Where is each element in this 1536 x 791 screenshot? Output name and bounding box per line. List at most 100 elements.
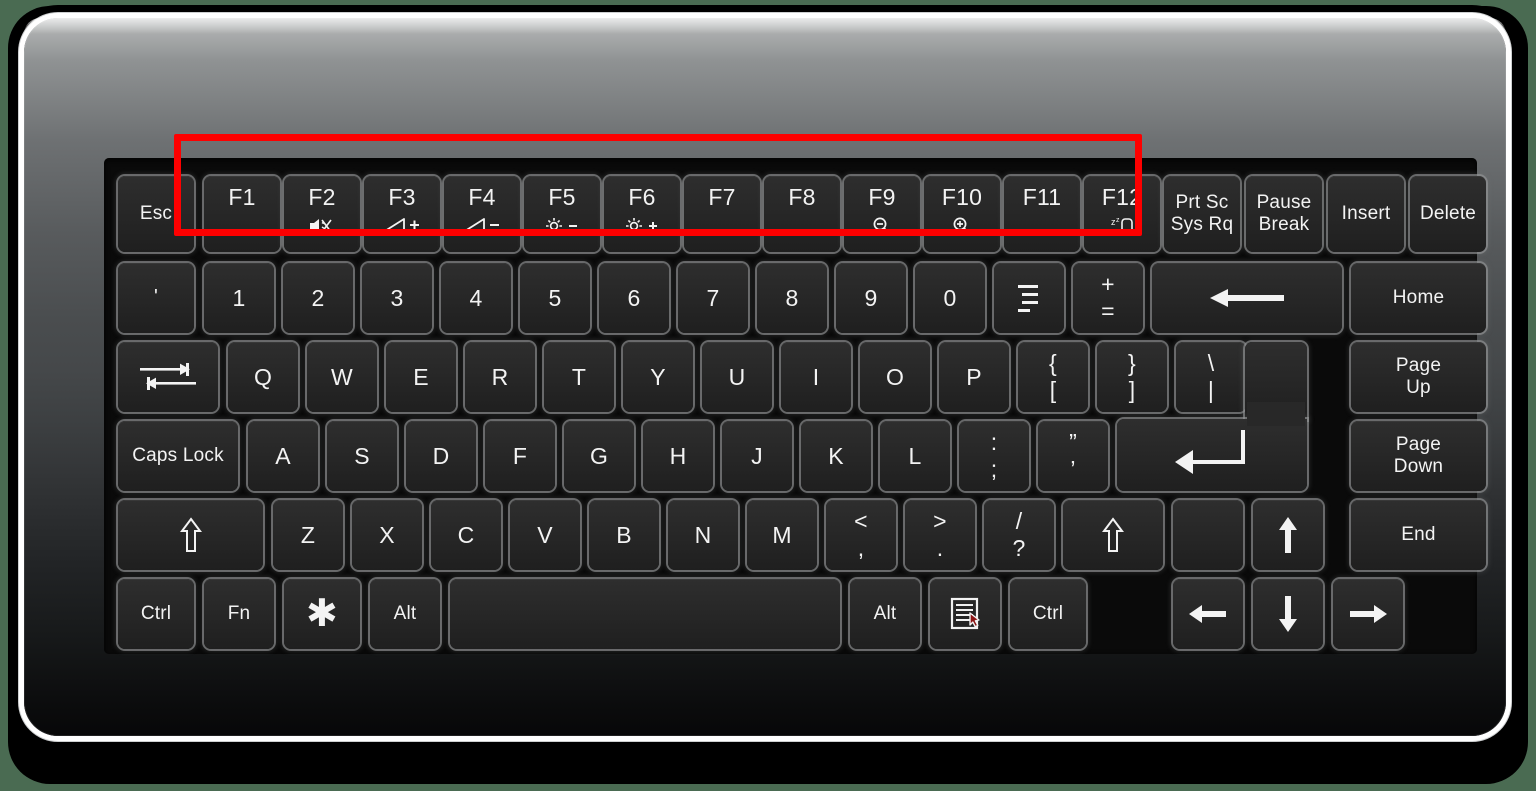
key-minus-underscore[interactable] [994,263,1064,333]
key-letter-p[interactable]: P [939,342,1009,412]
key-slash-question[interactable]: / ? [984,500,1054,570]
key-label-k: K [828,442,844,469]
key-label-f4: F4 [468,184,496,210]
key-blank[interactable] [1173,500,1243,570]
key-letter-m[interactable]: M [747,500,817,570]
key-tab[interactable] [118,342,218,412]
key-f5[interactable]: F5 [524,176,600,252]
brightness-down-icon [541,215,583,237]
volume-down-icon [462,215,502,237]
key-letter-i[interactable]: I [781,342,851,412]
key-label-o: O [885,363,905,390]
key-letter-y[interactable]: Y [623,342,693,412]
key-menu[interactable] [930,579,1000,649]
key-print-screen[interactable]: Prt Sc Sys Rq [1164,176,1240,252]
key-apostrophe-grave[interactable]: ' [118,263,194,333]
key-semicolon-colon[interactable]: : ; [959,421,1029,491]
key-letter-c[interactable]: C [431,500,501,570]
key-letter-h[interactable]: H [643,421,713,491]
key-home[interactable]: Home [1351,263,1486,333]
key-letter-b[interactable]: B [589,500,659,570]
key-caps-lock[interactable]: Caps Lock [118,421,238,491]
key-f10[interactable]: F10 [924,176,1000,252]
key-digit-5[interactable]: 5 [520,263,590,333]
key-letter-o[interactable]: O [860,342,930,412]
question-mark-glyph: ? [1012,535,1026,561]
key-label-f5: F5 [548,184,576,210]
key-quote-apostrophe[interactable]: ” ’ [1038,421,1108,491]
key-f4[interactable]: F4 [444,176,520,252]
key-esc[interactable]: Esc [118,176,194,252]
key-shift-left[interactable] [118,500,263,570]
key-f2[interactable]: F2 [284,176,360,252]
key-f6[interactable]: F6 [604,176,680,252]
key-label-i: I [812,363,820,390]
key-f8[interactable]: F8 [764,176,840,252]
key-letter-s[interactable]: S [327,421,397,491]
key-arrow-left[interactable] [1173,579,1243,649]
key-insert[interactable]: Insert [1328,176,1404,252]
zoom-in-icon [950,215,974,237]
key-digit-7[interactable]: 7 [678,263,748,333]
key-backspace[interactable] [1152,263,1342,333]
key-enter[interactable] [1117,342,1307,491]
key-alt-left[interactable]: Alt [370,579,440,649]
key-letter-f[interactable]: F [485,421,555,491]
key-alt-right[interactable]: Alt [850,579,920,649]
key-f1[interactable]: F1 [204,176,280,252]
key-label-comma: < , [854,510,868,560]
key-letter-t[interactable]: T [544,342,614,412]
key-digit-8[interactable]: 8 [757,263,827,333]
key-digit-3[interactable]: 3 [362,263,432,333]
key-label-f8: F8 [788,184,816,210]
key-digit-6[interactable]: 6 [599,263,669,333]
key-digit-0[interactable]: 0 [915,263,985,333]
key-letter-g[interactable]: G [564,421,634,491]
key-letter-a[interactable]: A [248,421,318,491]
key-letter-l[interactable]: L [880,421,950,491]
key-digit-1[interactable]: 1 [204,263,274,333]
key-f3[interactable]: F3 [364,176,440,252]
key-pause-break[interactable]: Pause Break [1246,176,1322,252]
key-arrow-up[interactable] [1253,500,1323,570]
key-equals-plus[interactable]: + = [1073,263,1143,333]
key-digit-4[interactable]: 4 [441,263,511,333]
key-period-greater-than[interactable]: > . [905,500,975,570]
key-star[interactable]: ✱ [284,579,360,649]
key-letter-d[interactable]: D [406,421,476,491]
key-ctrl-left[interactable]: Ctrl [118,579,194,649]
key-digit-2[interactable]: 2 [283,263,353,333]
key-label-q: Q [253,363,273,390]
key-f9[interactable]: F9 [844,176,920,252]
key-letter-n[interactable]: N [668,500,738,570]
key-space[interactable] [450,579,840,649]
key-delete[interactable]: Delete [1410,176,1486,252]
key-ctrl-right[interactable]: Ctrl [1010,579,1086,649]
key-letter-w[interactable]: W [307,342,377,412]
key-arrow-down[interactable] [1253,579,1323,649]
key-letter-e[interactable]: E [386,342,456,412]
key-shift-right[interactable] [1063,500,1163,570]
key-fn[interactable]: Fn [204,579,274,649]
key-page-up[interactable]: Page Up [1351,342,1486,412]
key-letter-u[interactable]: U [702,342,772,412]
key-f11[interactable]: F11 [1004,176,1080,252]
key-letter-z[interactable]: Z [273,500,343,570]
key-letter-j[interactable]: J [722,421,792,491]
key-comma-less-than[interactable]: < , [826,500,896,570]
key-bracket-left[interactable]: { [ [1018,342,1088,412]
key-label-2: 2 [311,284,325,311]
arrow-right-icon [1347,601,1389,627]
key-letter-q[interactable]: Q [228,342,298,412]
key-end[interactable]: End [1351,500,1486,570]
key-page-down[interactable]: Page Down [1351,421,1486,491]
key-digit-9[interactable]: 9 [836,263,906,333]
key-f7[interactable]: F7 [684,176,760,252]
key-letter-x[interactable]: X [352,500,422,570]
key-letter-k[interactable]: K [801,421,871,491]
key-letter-v[interactable]: V [510,500,580,570]
key-arrow-right[interactable] [1333,579,1403,649]
key-f12[interactable]: F12 z z [1084,176,1160,252]
key-letter-r[interactable]: R [465,342,535,412]
key-label-alt-left: Alt [393,602,417,624]
